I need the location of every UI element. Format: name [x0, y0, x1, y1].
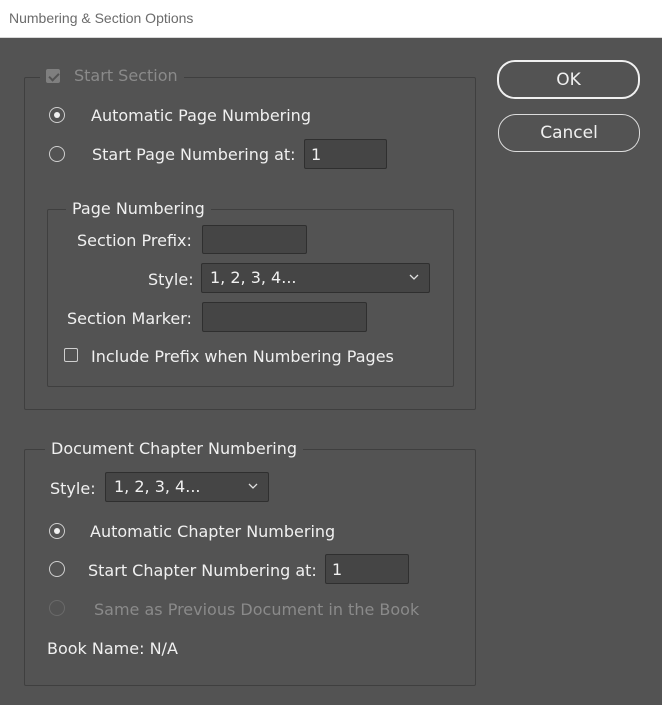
ok-button[interactable]: OK — [497, 60, 640, 99]
section-marker-input[interactable] — [202, 302, 367, 332]
chapter-numbering-title: Document Chapter Numbering — [45, 439, 304, 459]
same-as-previous-radio[interactable] — [49, 600, 65, 616]
book-name-label: Book Name: N/A — [47, 639, 178, 658]
start-section-label: Start Section — [74, 66, 178, 85]
section-prefix-label: Section Prefix: — [77, 231, 192, 250]
page-style-value: 1, 2, 3, 4... — [210, 268, 297, 287]
automatic-page-numbering-radio[interactable] — [49, 107, 65, 123]
same-as-previous-label: Same as Previous Document in the Book — [94, 600, 420, 619]
window-title: Numbering & Section Options — [9, 10, 194, 26]
section-prefix-input[interactable] — [202, 225, 307, 254]
title-bar: Numbering & Section Options — [0, 0, 662, 38]
page-style-dropdown[interactable]: 1, 2, 3, 4... — [201, 263, 430, 293]
start-chapter-numbering-label: Start Chapter Numbering at: — [88, 561, 317, 580]
page-style-label: Style: — [148, 270, 194, 289]
start-section-legend: Start Section — [40, 66, 184, 88]
start-page-numbering-label: Start Page Numbering at: — [92, 145, 296, 164]
start-chapter-numbering-radio[interactable] — [49, 561, 65, 577]
cancel-button[interactable]: Cancel — [498, 114, 640, 152]
chevron-down-icon — [248, 483, 258, 489]
chapter-style-value: 1, 2, 3, 4... — [114, 477, 201, 496]
chevron-down-icon — [409, 274, 419, 280]
include-prefix-label: Include Prefix when Numbering Pages — [91, 347, 394, 366]
include-prefix-checkbox[interactable] — [64, 348, 78, 362]
chapter-style-dropdown[interactable]: 1, 2, 3, 4... — [105, 472, 269, 502]
page-numbering-title: Page Numbering — [66, 199, 211, 219]
automatic-chapter-numbering-radio[interactable] — [49, 523, 65, 539]
automatic-page-numbering-label: Automatic Page Numbering — [91, 106, 311, 125]
start-page-number-input[interactable] — [304, 139, 387, 169]
automatic-chapter-numbering-label: Automatic Chapter Numbering — [90, 522, 336, 541]
start-page-numbering-radio[interactable] — [49, 146, 65, 162]
section-marker-label: Section Marker: — [67, 309, 192, 328]
chapter-style-label: Style: — [50, 479, 96, 498]
start-chapter-number-input[interactable] — [325, 554, 409, 584]
